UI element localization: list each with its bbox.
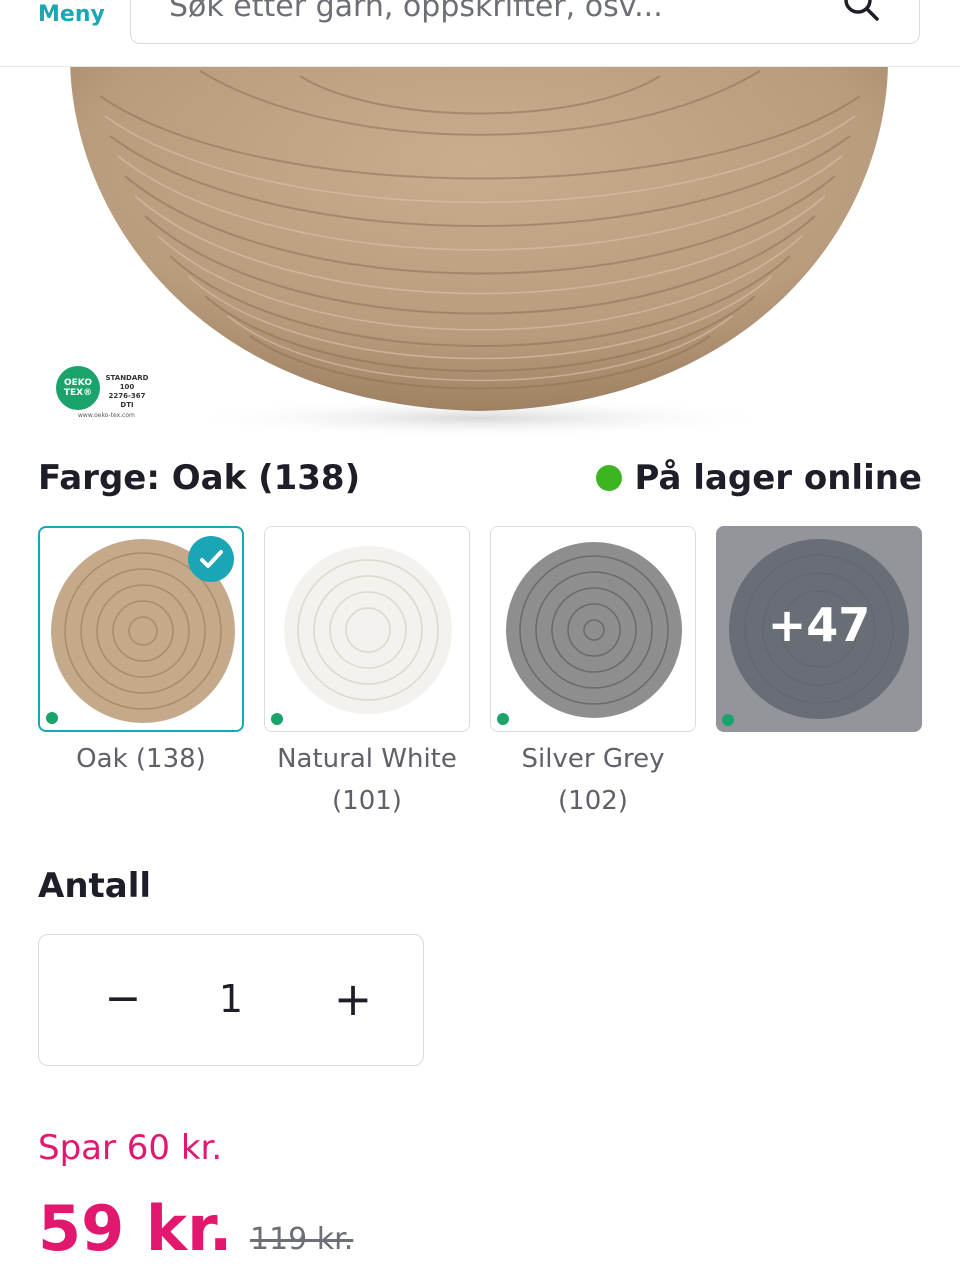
swatch-label-natural-white: Natural White (101) <box>277 744 457 816</box>
oeko-tex-logo: OEKO TEX® <box>56 366 100 410</box>
quantity-heading: Antall <box>38 866 152 906</box>
color-swatch-silver-grey[interactable] <box>490 526 696 732</box>
top-header: Meny Søk etter garn, oppskrifter, osv... <box>0 0 960 67</box>
in-stock-dot-icon <box>596 465 623 491</box>
color-swatch-oak[interactable] <box>38 526 244 732</box>
quantity-stepper: − 1 + <box>38 934 424 1066</box>
quantity-value[interactable]: 1 <box>189 969 273 1029</box>
increase-quantity-button[interactable]: + <box>323 969 383 1029</box>
oeko-code-text: 2276-367 DTI <box>108 392 146 409</box>
selected-check-icon <box>188 536 234 582</box>
product-image: OEKO TEX® STANDARD 100 2276-367 DTI www.… <box>0 66 960 438</box>
oeko-tex-mini-icon <box>722 714 734 726</box>
oeko-tex-mini-icon <box>271 713 283 725</box>
decrease-quantity-button[interactable]: − <box>95 969 151 1029</box>
stock-status-text: På lager online <box>634 458 922 498</box>
oeko-url-text: www.oeko-tex.com <box>78 412 135 419</box>
oeko-tex-mini-icon <box>497 713 509 725</box>
original-price: 119 kr. <box>250 1222 354 1257</box>
oeko-tex-mini-icon <box>46 712 58 724</box>
yarn-thumbnail-silver-grey <box>506 542 682 718</box>
current-price: 59 kr. <box>38 1192 233 1265</box>
color-heading: Farge: Oak (138) <box>38 458 361 498</box>
yarn-thumbnail-natural-white <box>284 546 452 714</box>
menu-button[interactable]: Meny <box>38 2 105 27</box>
savings-text: Spar 60 kr. <box>38 1128 223 1168</box>
more-colors-button[interactable]: +47 <box>716 526 922 732</box>
more-colors-count: +47 <box>767 598 871 652</box>
search-input[interactable]: Søk etter garn, oppskrifter, osv... <box>130 0 920 44</box>
swatch-label-silver-grey: Silver Grey (102) <box>521 744 665 816</box>
oeko-standard-text: STANDARD 100 <box>105 374 149 391</box>
stock-status: På lager online <box>596 458 922 498</box>
search-placeholder: Søk etter garn, oppskrifter, osv... <box>169 0 663 24</box>
color-swatch-natural-white[interactable] <box>264 526 470 732</box>
swatch-label-oak: Oak (138) <box>76 744 206 774</box>
oeko-tex-label: OEKO TEX® STANDARD 100 2276-367 DTI www.… <box>56 366 166 422</box>
search-icon[interactable] <box>841 0 881 23</box>
